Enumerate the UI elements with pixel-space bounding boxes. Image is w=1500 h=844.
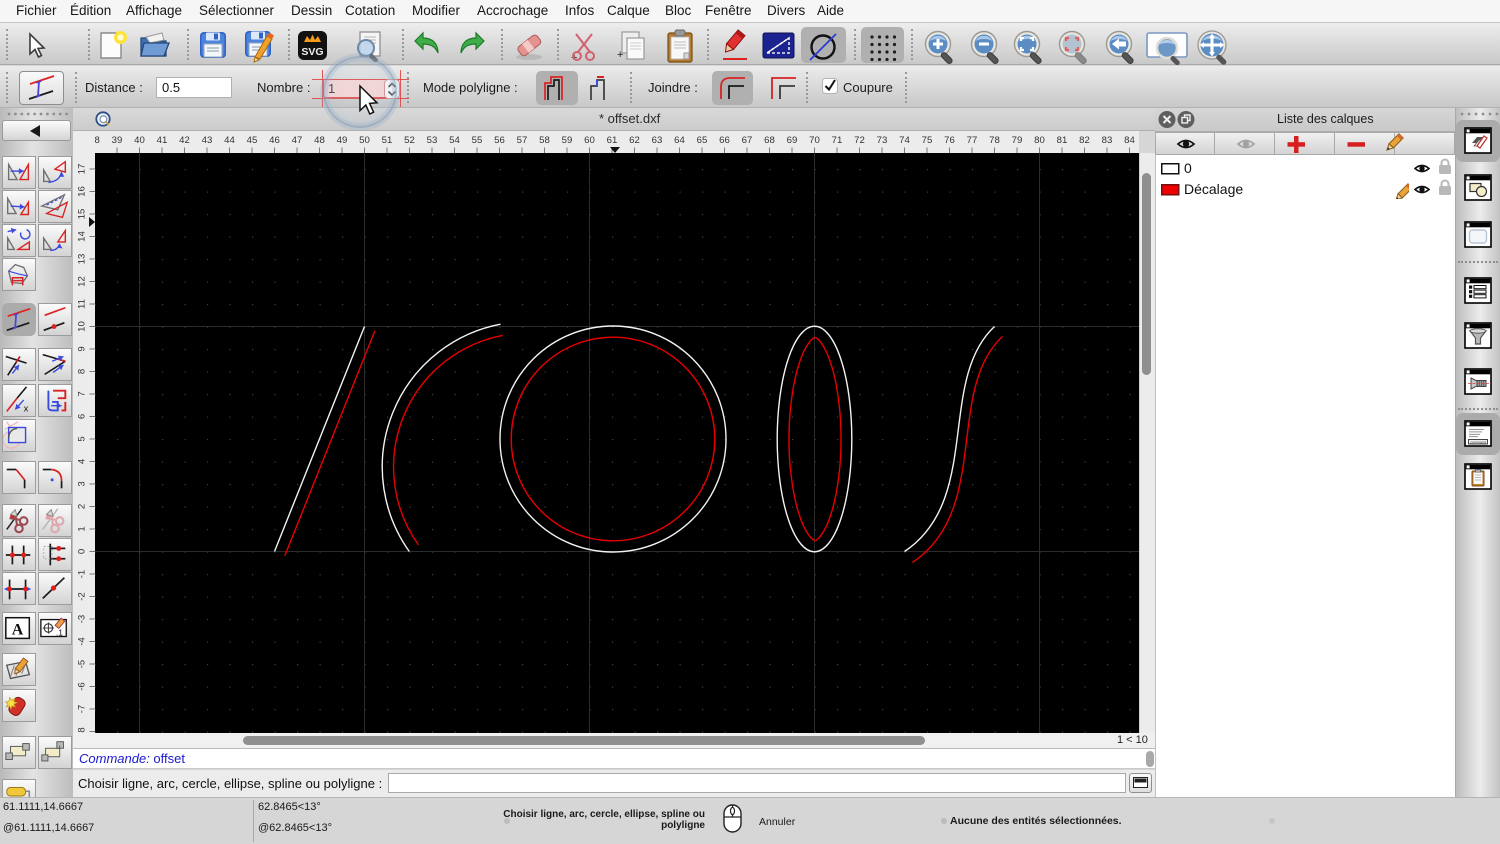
svg-text:66: 66 bbox=[719, 135, 730, 146]
svg-text:4: 4 bbox=[77, 458, 88, 464]
svg-text:41: 41 bbox=[157, 135, 168, 146]
svg-text:command: command bbox=[1470, 440, 1486, 444]
svg-text:38: 38 bbox=[95, 135, 100, 146]
svg-text:39: 39 bbox=[112, 135, 123, 146]
svg-text:14: 14 bbox=[77, 231, 88, 242]
svg-text:77: 77 bbox=[967, 135, 978, 146]
svg-text:67: 67 bbox=[742, 135, 753, 146]
svg-text:48: 48 bbox=[314, 135, 325, 146]
svg-text:40: 40 bbox=[134, 135, 145, 146]
svg-text:80: 80 bbox=[1034, 135, 1045, 146]
svg-text:53: 53 bbox=[427, 135, 438, 146]
svg-text:A: A bbox=[12, 622, 24, 639]
svg-text:44: 44 bbox=[224, 135, 235, 146]
svg-text:x: x bbox=[24, 402, 29, 413]
svg-text:43: 43 bbox=[202, 135, 213, 146]
svg-text:2: 2 bbox=[77, 504, 88, 509]
svg-text:-4: -4 bbox=[77, 637, 88, 646]
svg-text:73: 73 bbox=[877, 135, 888, 146]
svg-text:49: 49 bbox=[337, 135, 348, 146]
svg-text:52: 52 bbox=[404, 135, 415, 146]
svg-text:10: 10 bbox=[77, 321, 88, 332]
svg-text:54: 54 bbox=[449, 135, 460, 146]
svg-text:6: 6 bbox=[77, 414, 88, 419]
svg-text:5: 5 bbox=[77, 436, 88, 441]
svg-text:69: 69 bbox=[787, 135, 798, 146]
svg-text:SVG: SVG bbox=[301, 46, 323, 58]
svg-text:63: 63 bbox=[652, 135, 663, 146]
svg-text:0: 0 bbox=[77, 549, 88, 554]
svg-text:71: 71 bbox=[832, 135, 843, 146]
svg-text:62: 62 bbox=[629, 135, 640, 146]
svg-text:1: 1 bbox=[77, 526, 88, 531]
svg-text:64: 64 bbox=[674, 135, 685, 146]
svg-text:11: 11 bbox=[77, 299, 88, 309]
svg-text:58: 58 bbox=[539, 135, 550, 146]
svg-text:45: 45 bbox=[247, 135, 258, 146]
svg-text:60: 60 bbox=[584, 135, 595, 146]
svg-text:70: 70 bbox=[809, 135, 820, 146]
svg-text:72: 72 bbox=[854, 135, 865, 146]
svg-text:68: 68 bbox=[764, 135, 775, 146]
svg-text:3: 3 bbox=[77, 481, 88, 486]
svg-text:46: 46 bbox=[269, 135, 280, 146]
svg-text:-3: -3 bbox=[77, 615, 88, 624]
svg-text:42: 42 bbox=[179, 135, 190, 146]
svg-text:17: 17 bbox=[77, 164, 88, 175]
svg-text:13: 13 bbox=[77, 254, 88, 265]
svg-text:47: 47 bbox=[292, 135, 303, 146]
svg-text:56: 56 bbox=[494, 135, 505, 146]
svg-text:8: 8 bbox=[77, 369, 88, 374]
svg-text:59: 59 bbox=[562, 135, 573, 146]
svg-text:75: 75 bbox=[922, 135, 933, 146]
svg-text:81: 81 bbox=[1057, 135, 1068, 146]
svg-text:7: 7 bbox=[77, 391, 88, 396]
svg-text:57: 57 bbox=[517, 135, 528, 146]
svg-text:78: 78 bbox=[989, 135, 1000, 146]
svg-text:61: 61 bbox=[607, 135, 618, 146]
svg-text:-1: -1 bbox=[77, 570, 88, 579]
svg-text:84: 84 bbox=[1124, 135, 1135, 146]
svg-text:79: 79 bbox=[1012, 135, 1023, 146]
svg-text:51: 51 bbox=[382, 135, 393, 146]
svg-text:50: 50 bbox=[359, 135, 370, 146]
svg-text:65: 65 bbox=[697, 135, 708, 146]
svg-text:15: 15 bbox=[77, 209, 88, 220]
svg-text:-2: -2 bbox=[77, 592, 88, 601]
svg-text:74: 74 bbox=[899, 135, 910, 146]
svg-text:16: 16 bbox=[77, 186, 88, 197]
svg-text:83: 83 bbox=[1102, 135, 1113, 146]
svg-text:55: 55 bbox=[472, 135, 483, 146]
svg-text:+: + bbox=[617, 49, 623, 61]
svg-text:.1: .1 bbox=[56, 628, 63, 638]
svg-text:9: 9 bbox=[77, 346, 88, 351]
svg-text:-5: -5 bbox=[77, 660, 88, 669]
svg-text:82: 82 bbox=[1079, 135, 1090, 146]
svg-text:76: 76 bbox=[944, 135, 955, 146]
svg-text:-6: -6 bbox=[77, 682, 88, 691]
svg-text:12: 12 bbox=[77, 276, 88, 287]
svg-text:-7: -7 bbox=[77, 705, 88, 714]
